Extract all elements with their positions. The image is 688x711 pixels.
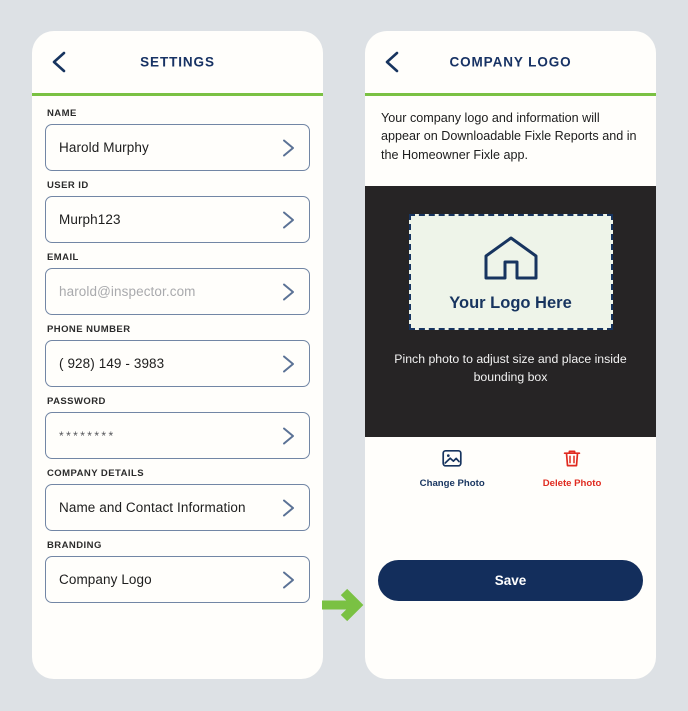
field-label-email: EMAIL: [47, 252, 79, 263]
chevron-right-icon: [281, 570, 296, 589]
field-input-phone-number[interactable]: ( 928) 149 - 3983: [45, 340, 310, 387]
photo-action-bar: Change Photo Delete Photo: [365, 449, 656, 489]
company-logo-phone-panel: COMPANY LOGO Your company logo and infor…: [365, 31, 656, 679]
photo-editor-stage[interactable]: Your Logo Here Pinch photo to adjust siz…: [365, 186, 656, 437]
field-group-email: EMAIL harold@inspector.com: [45, 252, 310, 315]
field-group-branding: BRANDING Company Logo: [45, 540, 310, 603]
delete-photo-button[interactable]: Delete Photo: [542, 449, 602, 489]
change-photo-label: Change Photo: [419, 478, 485, 489]
company-logo-title: COMPANY LOGO: [449, 54, 572, 70]
field-group-phone-number: PHONE NUMBER ( 928) 149 - 3983: [45, 324, 310, 387]
company-logo-description: Your company logo and information will a…: [381, 111, 637, 162]
field-value-phone-number: ( 928) 149 - 3983: [59, 356, 165, 371]
image-icon: [442, 449, 462, 473]
screenshot-stage: SETTINGS NAME Harold Murphy USER ID Murp: [0, 0, 688, 711]
trash-icon: [563, 449, 581, 473]
field-input-user-id[interactable]: Murph123: [45, 196, 310, 243]
field-input-password[interactable]: ********: [45, 412, 310, 459]
field-label-name: NAME: [47, 108, 77, 119]
field-value-company-details: Name and Contact Information: [59, 500, 246, 515]
chevron-right-icon: [281, 282, 296, 301]
field-value-branding: Company Logo: [59, 572, 152, 587]
save-button[interactable]: Save: [378, 560, 643, 601]
field-input-email[interactable]: harold@inspector.com: [45, 268, 310, 315]
settings-field-list: NAME Harold Murphy USER ID Murph123 EMAI…: [32, 96, 323, 603]
house-icon: [483, 235, 539, 286]
field-group-password: PASSWORD ********: [45, 396, 310, 459]
settings-header: SETTINGS: [32, 31, 323, 96]
field-group-name: NAME Harold Murphy: [45, 108, 310, 171]
field-value-email: harold@inspector.com: [59, 284, 196, 299]
logo-placeholder-text: Your Logo Here: [449, 294, 572, 312]
chevron-right-icon: [281, 138, 296, 157]
company-logo-header: COMPANY LOGO: [365, 31, 656, 96]
field-group-company-details: COMPANY DETAILS Name and Contact Informa…: [45, 468, 310, 531]
field-label-password: PASSWORD: [47, 396, 106, 407]
field-input-name[interactable]: Harold Murphy: [45, 124, 310, 171]
arrow-right-icon: [322, 582, 367, 628]
chevron-right-icon: [281, 498, 296, 517]
field-input-company-details[interactable]: Name and Contact Information: [45, 484, 310, 531]
pinch-instruction-text: Pinch photo to adjust size and place ins…: [394, 352, 627, 384]
change-photo-button[interactable]: Change Photo: [420, 449, 485, 489]
field-value-password: ********: [59, 428, 116, 443]
field-label-branding: BRANDING: [47, 540, 102, 551]
field-label-user-id: USER ID: [47, 180, 89, 191]
delete-photo-label: Delete Photo: [542, 478, 602, 489]
field-group-user-id: USER ID Murph123: [45, 180, 310, 243]
chevron-right-icon: [281, 210, 296, 229]
settings-title: SETTINGS: [140, 54, 215, 70]
field-value-name: Harold Murphy: [59, 140, 149, 155]
field-input-branding[interactable]: Company Logo: [45, 556, 310, 603]
chevron-right-icon: [281, 354, 296, 373]
field-label-company-details: COMPANY DETAILS: [47, 468, 145, 479]
field-value-user-id: Murph123: [59, 212, 121, 227]
settings-phone-panel: SETTINGS NAME Harold Murphy USER ID Murp: [32, 31, 323, 679]
chevron-right-icon: [281, 426, 296, 445]
logo-bounding-box[interactable]: Your Logo Here: [408, 214, 613, 330]
field-label-phone-number: PHONE NUMBER: [47, 324, 131, 335]
